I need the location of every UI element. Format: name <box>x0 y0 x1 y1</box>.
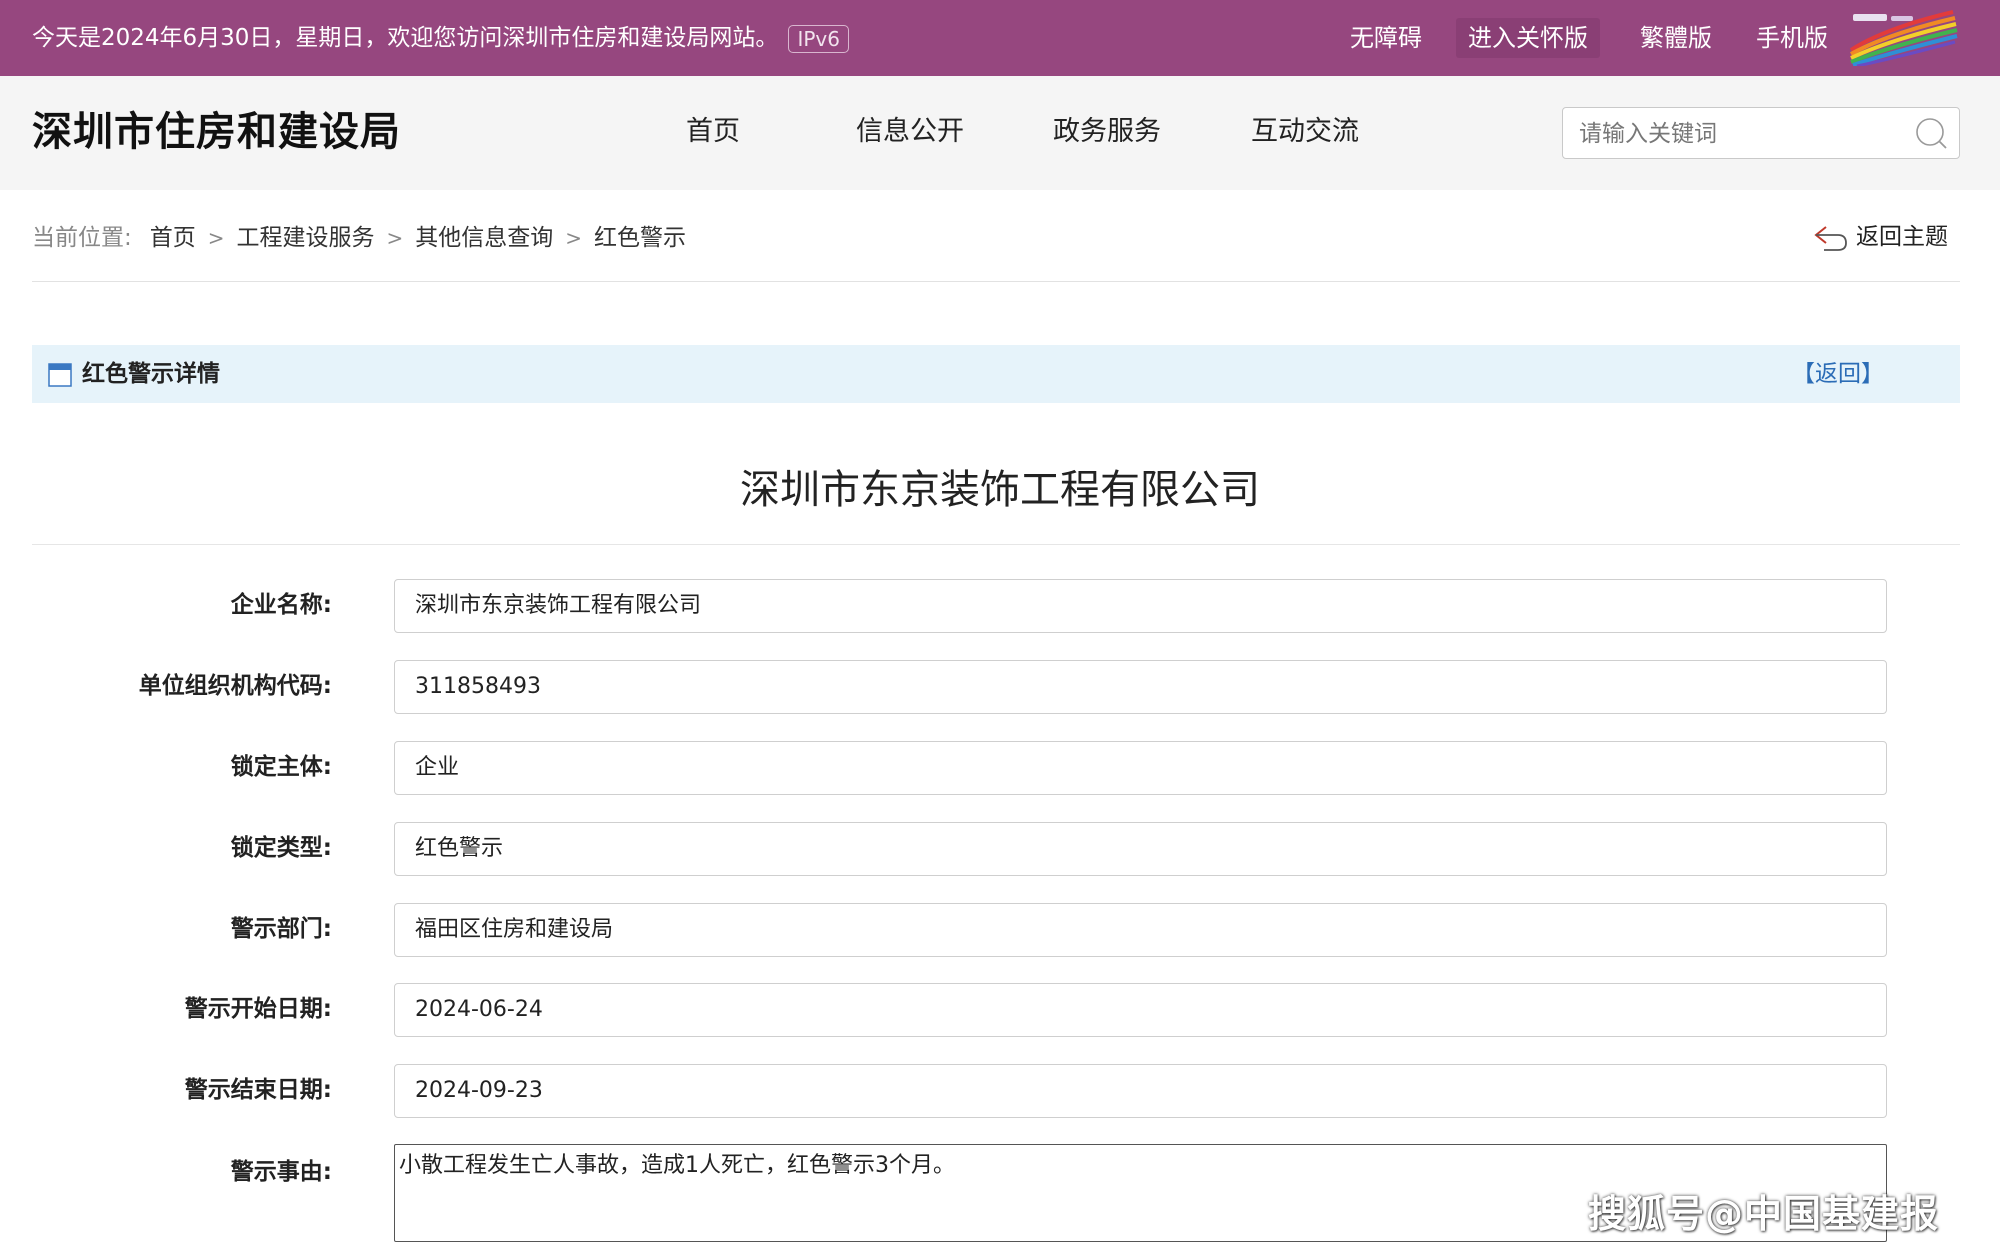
top-bar: 今天是2024年6月30日，星期日，欢迎您访问深圳市住房和建设局网站。 IPv6 … <box>0 0 2000 76</box>
start-date-label: 警示开始日期: <box>184 996 332 1022</box>
lock-subject-label: 锁定主体: <box>230 754 332 780</box>
search-icon[interactable] <box>1915 117 1949 151</box>
search-box <box>1562 107 1960 159</box>
breadcrumb-home[interactable]: 首页 <box>150 225 196 251</box>
org-code-field[interactable]: 311858493 <box>394 660 1887 714</box>
back-to-theme-label: 返回主题 <box>1856 224 1948 250</box>
nav-interaction[interactable]: 互动交流 <box>1251 112 1359 152</box>
enterprise-name-label: 企业名称: <box>230 592 332 618</box>
end-date-label: 警示结束日期: <box>184 1077 332 1103</box>
mobile-version-link[interactable]: 手机版 <box>1756 18 1828 58</box>
site-title[interactable]: 深圳市住房和建设局 <box>32 106 401 158</box>
watermark-text: 搜狐号@中国基建报 <box>1588 1192 1940 1236</box>
nav-home[interactable]: 首页 <box>686 112 740 152</box>
ipv6-badge: IPv6 <box>788 24 849 53</box>
breadcrumb: 当前位置: 首页 > 工程建设服务 > 其他信息查询 > 红色警示 <box>32 222 686 254</box>
welcome-text: 今天是2024年6月30日，星期日，欢迎您访问深圳市住房和建设局网站。 <box>32 25 779 51</box>
breadcrumb-other-queries[interactable]: 其他信息查询 <box>415 225 553 251</box>
enterprise-name-field[interactable]: 深圳市东京装饰工程有限公司 <box>394 579 1887 633</box>
breadcrumb-red-warning[interactable]: 红色警示 <box>594 225 686 251</box>
breadcrumb-separator: > <box>386 226 404 250</box>
reason-label: 警示事由: <box>230 1159 332 1185</box>
panel-title: 红色警示详情 <box>82 361 220 387</box>
lock-type-label: 锁定类型: <box>230 835 332 861</box>
back-to-theme-link[interactable]: 返回主题 <box>1812 220 1948 256</box>
warning-dept-field[interactable]: 福田区住房和建设局 <box>394 903 1887 957</box>
org-code-label: 单位组织机构代码: <box>138 673 332 699</box>
breadcrumb-label: 当前位置: <box>32 225 132 251</box>
breadcrumb-separator: > <box>565 226 583 250</box>
panel-back-link[interactable]: 【返回】 <box>1792 358 1884 390</box>
nav-info-disclosure[interactable]: 信息公开 <box>856 112 964 152</box>
divider <box>32 281 1960 282</box>
rainbow-logo-icon[interactable] <box>1845 8 1960 66</box>
welcome-message: 今天是2024年6月30日，星期日，欢迎您访问深圳市住房和建设局网站。 IPv6 <box>32 22 849 54</box>
end-date-field[interactable]: 2024-09-23 <box>394 1064 1887 1118</box>
breadcrumb-construction-services[interactable]: 工程建设服务 <box>237 225 375 251</box>
start-date-field[interactable]: 2024-06-24 <box>394 983 1887 1037</box>
lock-subject-field[interactable]: 企业 <box>394 741 1887 795</box>
breadcrumb-separator: > <box>207 226 225 250</box>
return-arrow-icon <box>1814 225 1847 251</box>
nav-government-services[interactable]: 政务服务 <box>1053 112 1161 152</box>
divider <box>32 544 1960 545</box>
site-header: 深圳市住房和建设局 首页 信息公开 政务服务 互动交流 <box>0 76 2000 190</box>
traditional-chinese-link[interactable]: 繁體版 <box>1640 18 1712 58</box>
search-input[interactable] <box>1577 116 1901 152</box>
accessibility-link[interactable]: 无障碍 <box>1350 18 1422 58</box>
detail-panel-header: 红色警示详情 【返回】 <box>32 345 1960 403</box>
lock-type-field[interactable]: 红色警示 <box>394 822 1887 876</box>
window-icon <box>48 363 72 387</box>
company-heading: 深圳市东京装饰工程有限公司 <box>740 467 1260 513</box>
warning-dept-label: 警示部门: <box>230 916 332 942</box>
care-mode-link[interactable]: 进入关怀版 <box>1456 18 1600 58</box>
